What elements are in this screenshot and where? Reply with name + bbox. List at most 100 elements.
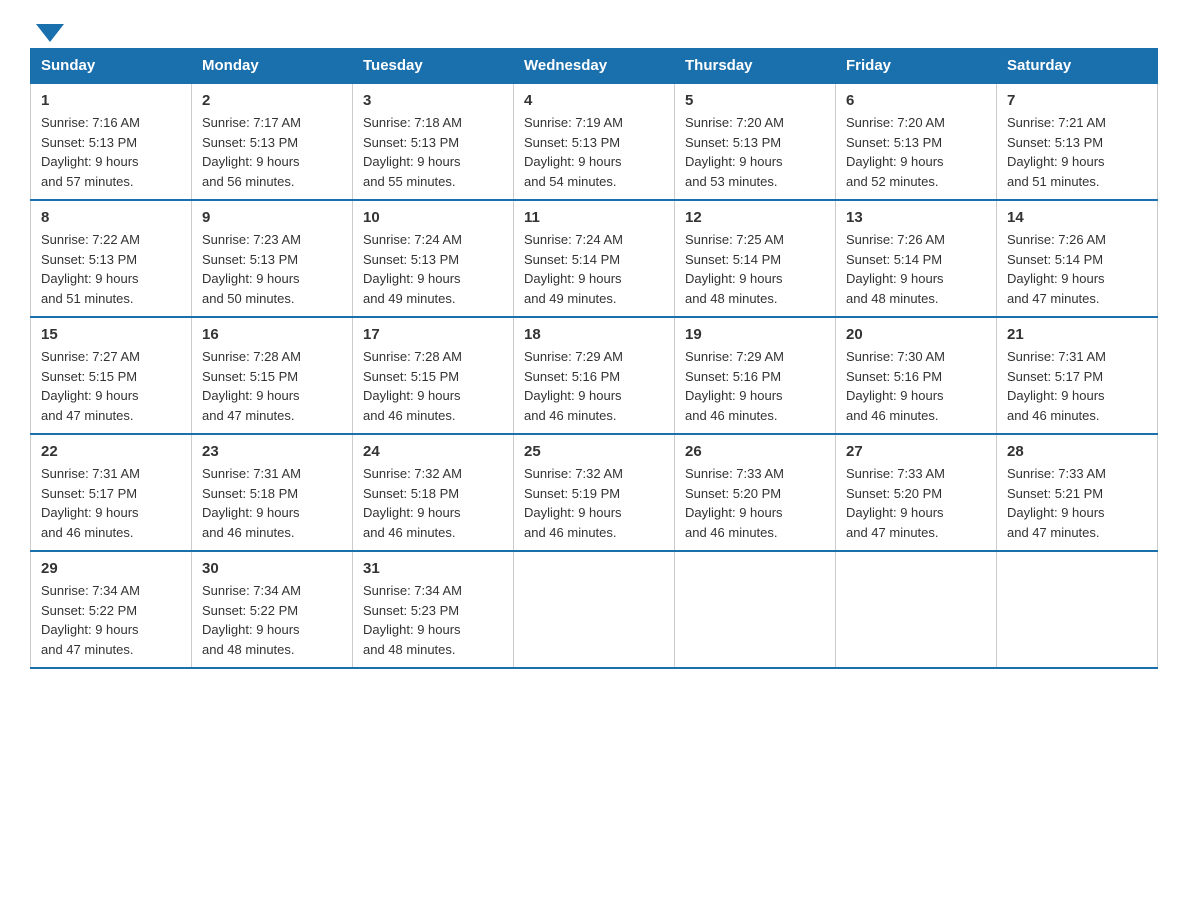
- day-info: Sunrise: 7:26 AMSunset: 5:14 PMDaylight:…: [846, 230, 986, 308]
- day-cell: 14 Sunrise: 7:26 AMSunset: 5:14 PMDayligh…: [997, 200, 1158, 317]
- page-header: [30, 20, 1158, 38]
- day-number: 9: [202, 209, 342, 226]
- day-number: 31: [363, 560, 503, 577]
- day-cell: 30 Sunrise: 7:34 AMSunset: 5:22 PMDayligh…: [192, 551, 353, 668]
- logo: [30, 20, 64, 38]
- day-cell: 21 Sunrise: 7:31 AMSunset: 5:17 PMDayligh…: [997, 317, 1158, 434]
- day-info: Sunrise: 7:17 AMSunset: 5:13 PMDaylight:…: [202, 113, 342, 191]
- day-number: 1: [41, 92, 181, 109]
- day-info: Sunrise: 7:32 AMSunset: 5:19 PMDaylight:…: [524, 464, 664, 542]
- day-info: Sunrise: 7:29 AMSunset: 5:16 PMDaylight:…: [685, 347, 825, 425]
- logo-general: [30, 20, 64, 42]
- header-cell-saturday: Saturday: [997, 49, 1158, 84]
- header-cell-monday: Monday: [192, 49, 353, 84]
- day-number: 2: [202, 92, 342, 109]
- day-cell: [997, 551, 1158, 668]
- day-cell: 28Sunrise: 7:33 AMSunset: 5:21 PMDayligh…: [997, 434, 1158, 551]
- week-row-2: 8 Sunrise: 7:22 AMSunset: 5:13 PMDaylight…: [31, 200, 1158, 317]
- day-cell: 7 Sunrise: 7:21 AMSunset: 5:13 PMDaylight…: [997, 83, 1158, 200]
- day-cell: 8 Sunrise: 7:22 AMSunset: 5:13 PMDaylight…: [31, 200, 192, 317]
- day-cell: 31 Sunrise: 7:34 AMSunset: 5:23 PMDayligh…: [353, 551, 514, 668]
- header-cell-friday: Friday: [836, 49, 997, 84]
- day-info: Sunrise: 7:34 AMSunset: 5:22 PMDaylight:…: [202, 581, 342, 659]
- day-cell: 13 Sunrise: 7:26 AMSunset: 5:14 PMDayligh…: [836, 200, 997, 317]
- day-number: 23: [202, 443, 342, 460]
- day-cell: 9 Sunrise: 7:23 AMSunset: 5:13 PMDaylight…: [192, 200, 353, 317]
- header-cell-tuesday: Tuesday: [353, 49, 514, 84]
- day-info: Sunrise: 7:34 AMSunset: 5:23 PMDaylight:…: [363, 581, 503, 659]
- week-row-1: 1 Sunrise: 7:16 AMSunset: 5:13 PMDaylight…: [31, 83, 1158, 200]
- day-info: Sunrise: 7:26 AMSunset: 5:14 PMDaylight:…: [1007, 230, 1147, 308]
- day-info: Sunrise: 7:20 AMSunset: 5:13 PMDaylight:…: [846, 113, 986, 191]
- week-row-4: 22 Sunrise: 7:31 AMSunset: 5:17 PMDayligh…: [31, 434, 1158, 551]
- day-cell: 12 Sunrise: 7:25 AMSunset: 5:14 PMDayligh…: [675, 200, 836, 317]
- day-info: Sunrise: 7:31 AMSunset: 5:17 PMDaylight:…: [41, 464, 181, 542]
- day-number: 7: [1007, 92, 1147, 109]
- week-row-5: 29 Sunrise: 7:34 AMSunset: 5:22 PMDayligh…: [31, 551, 1158, 668]
- day-number: 13: [846, 209, 986, 226]
- day-cell: 2 Sunrise: 7:17 AMSunset: 5:13 PMDaylight…: [192, 83, 353, 200]
- day-cell: 29 Sunrise: 7:34 AMSunset: 5:22 PMDayligh…: [31, 551, 192, 668]
- calendar-body: 1 Sunrise: 7:16 AMSunset: 5:13 PMDaylight…: [31, 83, 1158, 668]
- header-cell-sunday: Sunday: [31, 49, 192, 84]
- day-cell: 4 Sunrise: 7:19 AMSunset: 5:13 PMDaylight…: [514, 83, 675, 200]
- day-number: 27: [846, 443, 986, 460]
- day-cell: 25 Sunrise: 7:32 AMSunset: 5:19 PMDayligh…: [514, 434, 675, 551]
- day-info: Sunrise: 7:31 AMSunset: 5:18 PMDaylight:…: [202, 464, 342, 542]
- day-number: 16: [202, 326, 342, 343]
- day-cell: 10 Sunrise: 7:24 AMSunset: 5:13 PMDayligh…: [353, 200, 514, 317]
- day-number: 14: [1007, 209, 1147, 226]
- day-cell: 18 Sunrise: 7:29 AMSunset: 5:16 PMDayligh…: [514, 317, 675, 434]
- day-cell: 20Sunrise: 7:30 AMSunset: 5:16 PMDayligh…: [836, 317, 997, 434]
- day-cell: [514, 551, 675, 668]
- day-number: 17: [363, 326, 503, 343]
- day-info: Sunrise: 7:24 AMSunset: 5:14 PMDaylight:…: [524, 230, 664, 308]
- day-number: 11: [524, 209, 664, 226]
- day-number: 24: [363, 443, 503, 460]
- day-cell: 19Sunrise: 7:29 AMSunset: 5:16 PMDayligh…: [675, 317, 836, 434]
- day-info: Sunrise: 7:23 AMSunset: 5:13 PMDaylight:…: [202, 230, 342, 308]
- day-cell: 6 Sunrise: 7:20 AMSunset: 5:13 PMDaylight…: [836, 83, 997, 200]
- day-info: Sunrise: 7:31 AMSunset: 5:17 PMDaylight:…: [1007, 347, 1147, 425]
- day-cell: 22 Sunrise: 7:31 AMSunset: 5:17 PMDayligh…: [31, 434, 192, 551]
- day-number: 30: [202, 560, 342, 577]
- day-number: 5: [685, 92, 825, 109]
- day-info: Sunrise: 7:28 AMSunset: 5:15 PMDaylight:…: [202, 347, 342, 425]
- calendar-table: SundayMondayTuesdayWednesdayThursdayFrid…: [30, 48, 1158, 669]
- day-info: Sunrise: 7:24 AMSunset: 5:13 PMDaylight:…: [363, 230, 503, 308]
- day-info: Sunrise: 7:21 AMSunset: 5:13 PMDaylight:…: [1007, 113, 1147, 191]
- day-info: Sunrise: 7:22 AMSunset: 5:13 PMDaylight:…: [41, 230, 181, 308]
- day-info: Sunrise: 7:34 AMSunset: 5:22 PMDaylight:…: [41, 581, 181, 659]
- day-cell: 3Sunrise: 7:18 AMSunset: 5:13 PMDaylight…: [353, 83, 514, 200]
- day-number: 25: [524, 443, 664, 460]
- day-cell: 15 Sunrise: 7:27 AMSunset: 5:15 PMDayligh…: [31, 317, 192, 434]
- day-info: Sunrise: 7:28 AMSunset: 5:15 PMDaylight:…: [363, 347, 503, 425]
- day-number: 29: [41, 560, 181, 577]
- day-number: 8: [41, 209, 181, 226]
- header-row: SundayMondayTuesdayWednesdayThursdayFrid…: [31, 49, 1158, 84]
- calendar-header: SundayMondayTuesdayWednesdayThursdayFrid…: [31, 49, 1158, 84]
- day-number: 20: [846, 326, 986, 343]
- day-number: 21: [1007, 326, 1147, 343]
- day-cell: 16 Sunrise: 7:28 AMSunset: 5:15 PMDayligh…: [192, 317, 353, 434]
- day-info: Sunrise: 7:29 AMSunset: 5:16 PMDaylight:…: [524, 347, 664, 425]
- day-cell: 26Sunrise: 7:33 AMSunset: 5:20 PMDayligh…: [675, 434, 836, 551]
- day-number: 3: [363, 92, 503, 109]
- day-number: 4: [524, 92, 664, 109]
- day-number: 15: [41, 326, 181, 343]
- day-cell: [836, 551, 997, 668]
- day-info: Sunrise: 7:25 AMSunset: 5:14 PMDaylight:…: [685, 230, 825, 308]
- day-info: Sunrise: 7:19 AMSunset: 5:13 PMDaylight:…: [524, 113, 664, 191]
- day-info: Sunrise: 7:33 AMSunset: 5:20 PMDaylight:…: [846, 464, 986, 542]
- day-cell: 27 Sunrise: 7:33 AMSunset: 5:20 PMDayligh…: [836, 434, 997, 551]
- day-info: Sunrise: 7:27 AMSunset: 5:15 PMDaylight:…: [41, 347, 181, 425]
- day-number: 6: [846, 92, 986, 109]
- day-number: 10: [363, 209, 503, 226]
- day-number: 22: [41, 443, 181, 460]
- week-row-3: 15 Sunrise: 7:27 AMSunset: 5:15 PMDayligh…: [31, 317, 1158, 434]
- day-info: Sunrise: 7:33 AMSunset: 5:20 PMDaylight:…: [685, 464, 825, 542]
- day-info: Sunrise: 7:16 AMSunset: 5:13 PMDaylight:…: [41, 113, 181, 191]
- day-number: 18: [524, 326, 664, 343]
- day-number: 12: [685, 209, 825, 226]
- day-cell: 17 Sunrise: 7:28 AMSunset: 5:15 PMDayligh…: [353, 317, 514, 434]
